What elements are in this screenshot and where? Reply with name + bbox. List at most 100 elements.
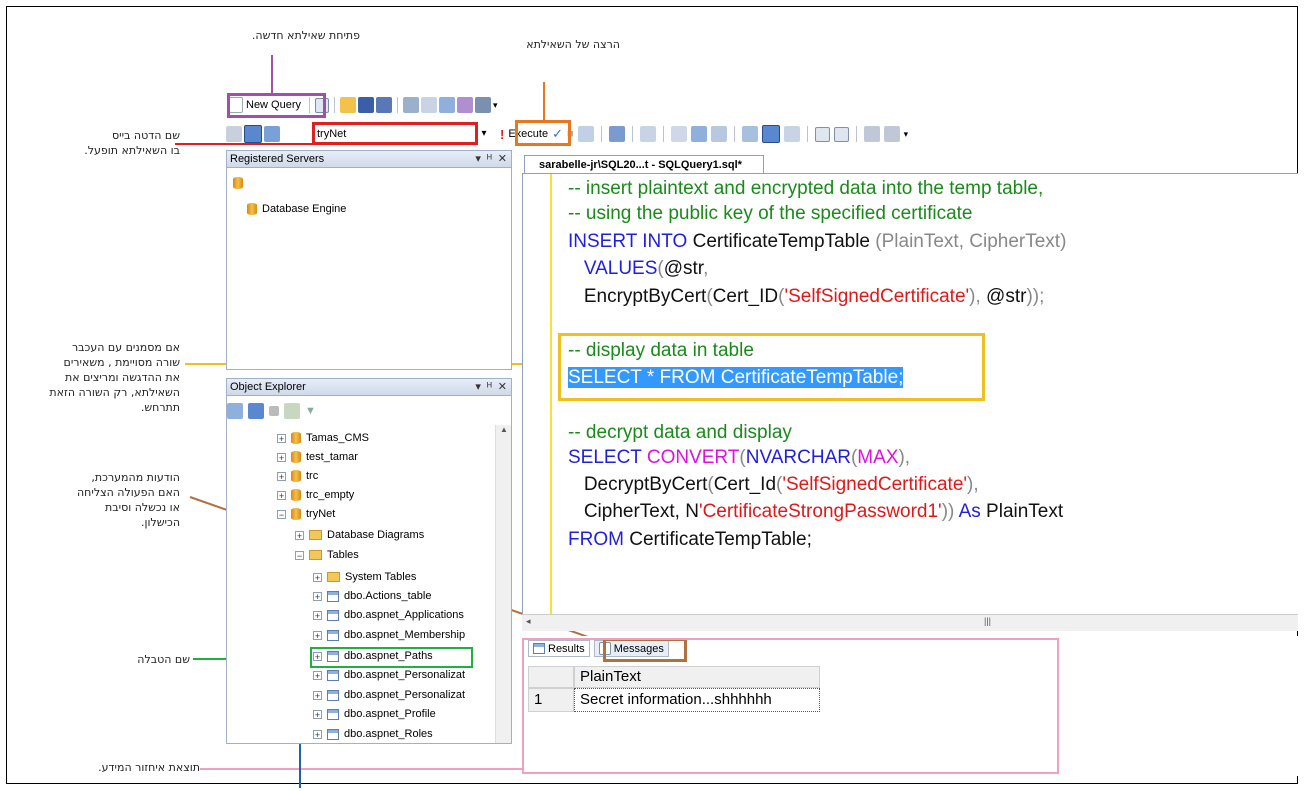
tree-node-database[interactable]: + trc xyxy=(277,467,318,485)
save-icon[interactable] xyxy=(358,97,375,113)
object-explorer-icon[interactable] xyxy=(439,97,456,113)
toolbar-separator xyxy=(397,97,399,113)
results-pane-icon[interactable] xyxy=(783,126,800,142)
expand-icon[interactable]: + xyxy=(313,572,322,582)
tree-node-database[interactable]: + trc_empty xyxy=(277,486,354,504)
tree-node-database[interactable]: + Tamas_CMS xyxy=(277,429,369,447)
toolbar-separator xyxy=(334,97,336,113)
results-highlight xyxy=(522,638,1059,774)
expand-icon[interactable]: + xyxy=(277,490,286,500)
results-file-icon[interactable] xyxy=(761,125,780,143)
expand-icon[interactable]: + xyxy=(313,729,322,739)
execute-exclamation-icon: ! xyxy=(500,126,505,142)
properties-icon[interactable] xyxy=(403,97,420,113)
toolbar-separator xyxy=(662,126,664,142)
toolbar-overflow-icon[interactable]: ▾ xyxy=(904,129,909,140)
tree-node-table[interactable]: + dbo.aspnet_Profile xyxy=(313,705,436,723)
results-text-icon[interactable] xyxy=(710,126,727,142)
code-line: -- insert plaintext and encrypted data i… xyxy=(568,178,1044,199)
code-token: 'SelfSignedCertificate' xyxy=(782,474,968,495)
code-line: -- decrypt data and display xyxy=(568,422,792,443)
tree-label: System Tables xyxy=(345,571,417,583)
collapse-icon[interactable]: − xyxy=(277,509,286,519)
scroll-grip-icon: ||| xyxy=(984,616,992,626)
stop-icon[interactable] xyxy=(269,406,279,416)
tree-node-table[interactable]: + dbo.aspnet_Applications xyxy=(313,606,464,624)
code-token: CertificateTempTable xyxy=(687,231,876,252)
expand-icon[interactable]: + xyxy=(277,452,286,462)
code-token: 'SelfSignedCertificate' xyxy=(784,286,970,307)
results-grid-icon[interactable] xyxy=(741,126,758,142)
code-token: ), xyxy=(898,447,911,468)
scroll-left-icon[interactable]: ◂ xyxy=(526,616,531,627)
open-folder-icon[interactable] xyxy=(340,97,357,113)
registered-servers-icon[interactable] xyxy=(457,97,474,113)
tree-node-table[interactable]: + dbo.aspnet_Personalizat xyxy=(313,686,465,704)
uncomment-icon[interactable] xyxy=(833,126,849,142)
include-plan-icon[interactable] xyxy=(670,126,687,142)
collapse-icon[interactable]: − xyxy=(295,550,304,560)
display-plan-icon[interactable] xyxy=(577,126,594,142)
tree-label: Tamas_CMS xyxy=(306,432,369,444)
client-stats-icon[interactable] xyxy=(690,126,707,142)
toolbar-separator xyxy=(600,126,602,142)
code-token: VALUES xyxy=(568,258,658,279)
panel-controls[interactable]: ▾ ᴴ ✕ xyxy=(475,152,507,165)
editor-tab[interactable]: sarabelle-jr\SQL20...t - SQLQuery1.sql* xyxy=(524,155,764,174)
table-icon xyxy=(327,609,339,621)
query-designer-icon[interactable] xyxy=(608,126,625,142)
filter-icon[interactable]: ▼ xyxy=(305,405,316,417)
tree-label: dbo.aspnet_Applications xyxy=(344,609,464,621)
code-line: DecryptByCert(Cert_Id('SelfSignedCertifi… xyxy=(568,474,979,496)
expand-icon[interactable]: + xyxy=(313,591,322,601)
expand-icon[interactable]: + xyxy=(277,471,286,481)
connect-icon[interactable] xyxy=(227,403,243,419)
expand-icon[interactable]: + xyxy=(313,690,322,700)
expand-icon[interactable]: + xyxy=(313,670,322,680)
expand-icon[interactable]: + xyxy=(313,709,322,719)
panel-controls[interactable]: ▾ ᴴ ✕ xyxy=(475,380,507,393)
code-token: (PlainText, CipherText) xyxy=(875,231,1067,252)
chevron-down-icon[interactable]: ▾ xyxy=(477,124,491,143)
expand-icon[interactable]: + xyxy=(277,433,286,443)
intellisense-icon[interactable] xyxy=(639,126,656,142)
tree-node-database[interactable]: − tryNet xyxy=(277,505,335,523)
scroll-up-icon[interactable]: ▲ xyxy=(496,425,511,434)
tree-node-table[interactable]: + dbo.Actions_table xyxy=(313,587,431,605)
tree-node-table[interactable]: + dbo.aspnet_Personalizat xyxy=(313,666,465,684)
comment-icon[interactable] xyxy=(814,126,830,142)
tree-node-folder[interactable]: + System Tables xyxy=(313,568,416,586)
code-token: DecryptByCert xyxy=(568,474,708,495)
database-icon[interactable] xyxy=(233,177,243,189)
decrease-indent-icon[interactable] xyxy=(863,126,880,142)
code-token: EncryptByCert xyxy=(568,286,707,307)
connect-icon[interactable] xyxy=(226,126,242,142)
tree-node-folder[interactable]: + Database Diagrams xyxy=(295,526,424,544)
tree-node-database[interactable]: + test_tamar xyxy=(277,448,358,466)
expand-icon[interactable]: + xyxy=(313,630,322,640)
increase-indent-icon[interactable] xyxy=(883,126,900,142)
table-icon xyxy=(327,689,339,701)
code-token: MAX xyxy=(857,447,899,468)
tree-node-table[interactable]: + dbo.aspnet_Roles xyxy=(313,725,433,743)
horizontal-scrollbar[interactable]: ◂ ||| xyxy=(522,614,1298,631)
database-engine-item[interactable]: Database Engine xyxy=(247,203,346,215)
template-icon[interactable] xyxy=(421,97,438,113)
disconnect-icon[interactable] xyxy=(248,403,264,419)
save-all-icon[interactable] xyxy=(376,97,393,113)
editor-tab-title: sarabelle-jr\SQL20...t - SQLQuery1.sql* xyxy=(539,159,742,171)
scrollbar[interactable]: ▲ xyxy=(495,425,511,743)
table-icon xyxy=(327,629,339,641)
code-token: As xyxy=(954,501,981,522)
object-explorer-title: Object Explorer xyxy=(230,381,306,393)
database-engine-label: Database Engine xyxy=(262,203,347,215)
toolbox-icon[interactable] xyxy=(475,97,492,113)
tree-node-folder[interactable]: − Tables xyxy=(295,546,359,564)
disconnect-icon[interactable] xyxy=(244,125,262,143)
expand-icon[interactable]: + xyxy=(313,610,322,620)
expand-icon[interactable]: + xyxy=(295,530,304,540)
change-connection-icon[interactable] xyxy=(264,126,280,142)
toolbar-overflow-icon[interactable]: ▾ xyxy=(493,100,498,111)
refresh-icon[interactable] xyxy=(284,403,300,419)
tree-node-table[interactable]: + dbo.aspnet_Membership xyxy=(313,626,465,644)
